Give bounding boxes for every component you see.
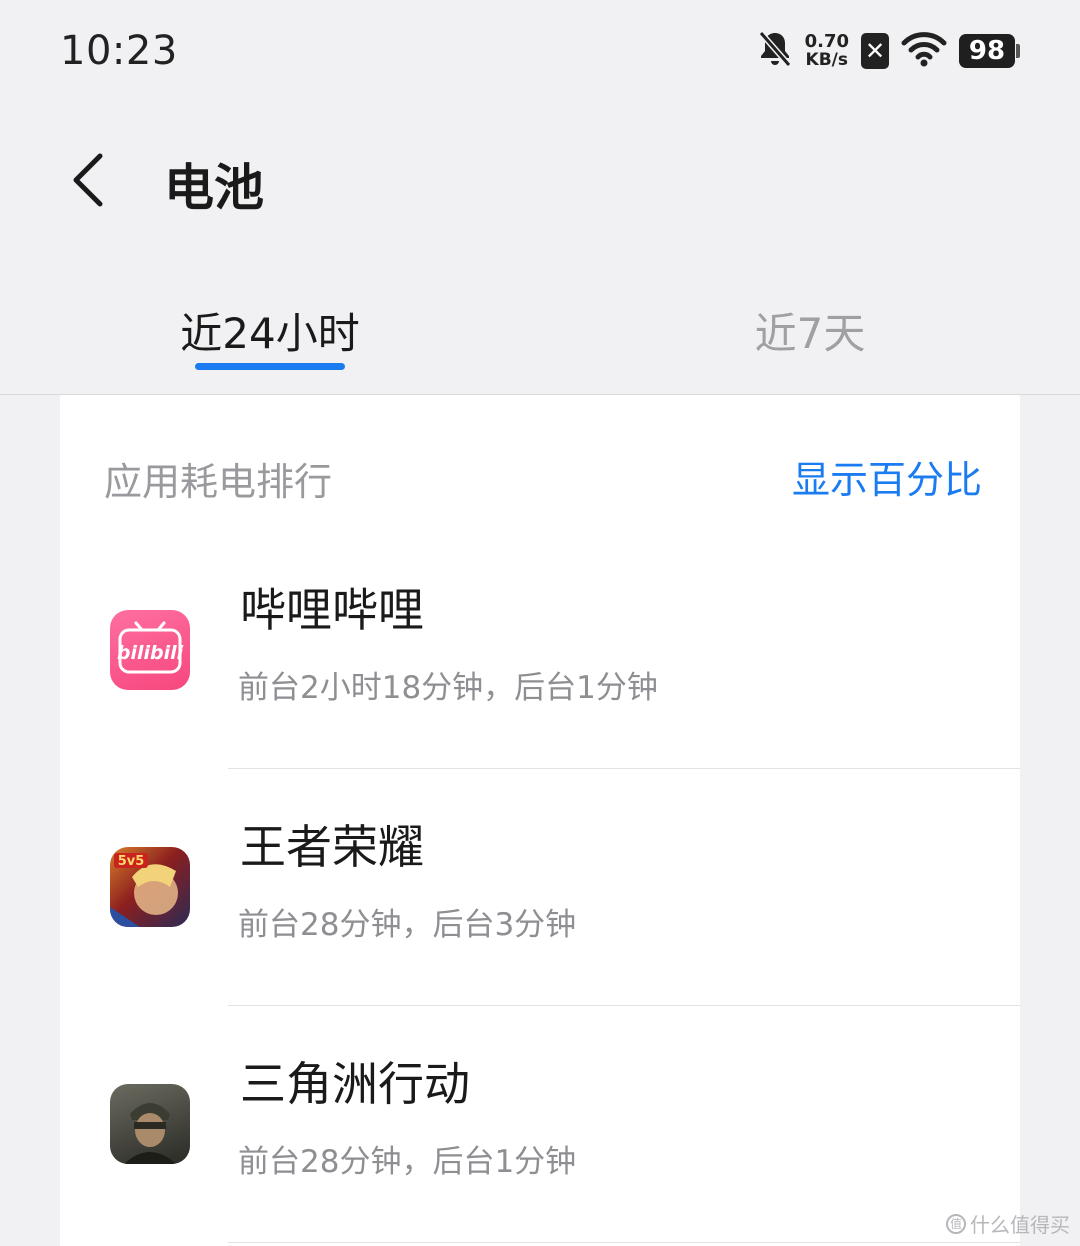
- show-percentage-button[interactable]: 显示百分比: [792, 449, 982, 504]
- tab-24-hours[interactable]: 近24小时: [172, 300, 368, 361]
- app-row-honor-of-kings[interactable]: 5v5 王者荣耀 前台28分钟，后台3分钟: [60, 769, 1020, 1006]
- network-speed-value: 0.70: [804, 31, 849, 52]
- sim-x-icon: ✕: [861, 33, 889, 69]
- bell-muted-icon: [757, 29, 793, 73]
- honor-of-kings-badge-text: 5v5: [118, 854, 145, 869]
- section-title: 应用耗电排行: [104, 460, 333, 504]
- wifi-icon: [901, 31, 947, 71]
- app-row-bilibili[interactable]: bilibili 哔哩哔哩 前台2小时18分钟，后台1分钟: [60, 532, 1020, 769]
- row-divider: [228, 1242, 1020, 1243]
- period-tabs: 近24小时 近7天: [0, 290, 1080, 395]
- app-usage: 前台28分钟，后台3分钟: [238, 907, 577, 943]
- watermark: 值 什么值得买: [946, 1209, 1070, 1238]
- honor-of-kings-app-icon: 5v5: [110, 847, 190, 927]
- bilibili-app-icon: bilibili: [110, 610, 190, 690]
- usage-card: 应用耗电排行 显示百分比 bilibili 哔哩哔哩 前台2小时18分钟，后台1…: [60, 395, 1020, 1246]
- app-row-delta-force[interactable]: 三角洲行动 前台28分钟，后台1分钟: [60, 1006, 1020, 1243]
- back-arrow-icon[interactable]: [66, 150, 116, 210]
- delta-force-app-icon: [110, 1084, 190, 1164]
- page-header: 电池: [0, 130, 1080, 230]
- battery-tip: [1016, 44, 1020, 58]
- status-icons: 0.70 KB/s ✕ 98: [757, 30, 1020, 72]
- tab-7-days[interactable]: 近7天: [720, 300, 900, 361]
- network-speed-unit: KB/s: [805, 50, 849, 70]
- battery-level: 98: [959, 34, 1015, 68]
- battery-icon: 98: [959, 34, 1020, 68]
- app-usage: 前台28分钟，后台1分钟: [238, 1144, 577, 1180]
- status-time: 10:23: [60, 28, 178, 74]
- watermark-logo-icon: 值: [946, 1213, 966, 1234]
- app-name: 王者荣耀: [240, 820, 424, 874]
- active-tab-indicator: [195, 363, 345, 370]
- bilibili-logo-text: bilibili: [117, 642, 184, 664]
- status-bar: 10:23 0.70 KB/s ✕ 98: [0, 0, 1080, 100]
- app-usage: 前台2小时18分钟，后台1分钟: [238, 670, 658, 706]
- app-name: 哔哩哔哩: [240, 583, 424, 637]
- network-speed: 0.70 KB/s: [805, 32, 849, 70]
- watermark-text: 什么值得买: [970, 1213, 1070, 1237]
- page-title: 电池: [164, 159, 264, 217]
- app-name: 三角洲行动: [240, 1057, 470, 1111]
